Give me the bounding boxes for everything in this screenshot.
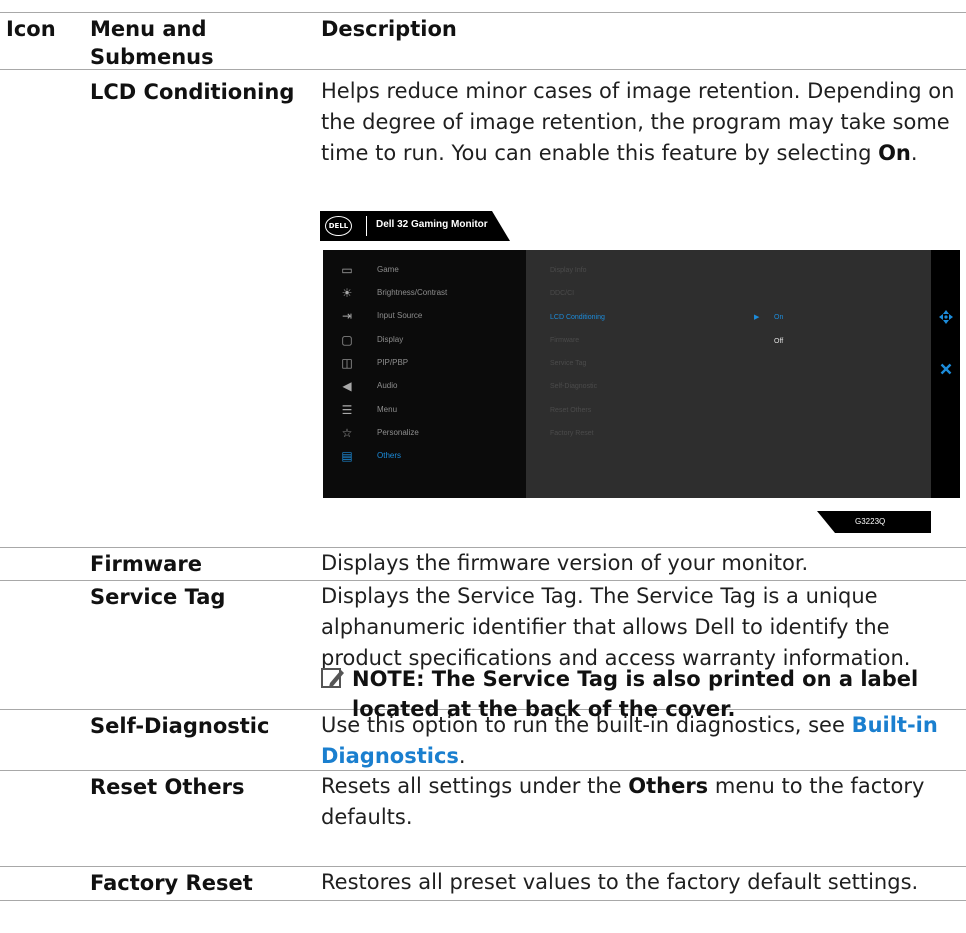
osd-menu-label: Personalize: [377, 428, 419, 437]
menu-reset-others: Reset Others: [90, 775, 245, 799]
self-diag-desc-end: .: [458, 744, 466, 768]
dell-logo: DELL: [325, 216, 352, 236]
menu-self-diagnostic: Self-Diagnostic: [90, 714, 270, 738]
note-pencil-icon: [321, 668, 344, 688]
game-icon: ▭: [341, 263, 353, 277]
header-menu: Menu and Submenus: [90, 17, 214, 69]
osd-menu-label: PIP/PBP: [377, 358, 409, 367]
lcd-desc-text: Helps reduce minor cases of image retent…: [321, 79, 955, 165]
self-diag-desc-text: Use this option to run the built-in diag…: [321, 713, 852, 737]
osd-menu-label: Audio: [377, 381, 398, 390]
menu-icon: ☰: [341, 403, 353, 417]
osd-submenu-factory-reset[interactable]: Factory Reset: [550, 430, 594, 437]
osd-submenu-lcd-conditioning[interactable]: LCD Conditioning: [550, 314, 605, 321]
osd-nav-column: [931, 250, 960, 498]
osd-menu-item-personalize[interactable]: ☆ Personalize: [323, 422, 526, 445]
osd-menu-item-audio[interactable]: ◀ Audio: [323, 375, 526, 398]
self-diagnostic-description: Use this option to run the built-in diag…: [321, 710, 966, 772]
osd-menu-label: Display: [377, 335, 404, 344]
osd-submenu-ddc-ci[interactable]: DDC/CI: [550, 290, 574, 297]
model-tag: G3223Q: [817, 511, 931, 533]
header-description: Description: [321, 17, 457, 41]
osd-menu-label: Brightness/Contrast: [377, 288, 448, 297]
selected-pointer-icon: ▶: [754, 314, 760, 321]
osd-menu-item-display[interactable]: ▢ Display: [323, 329, 526, 352]
table-top-rule: [0, 12, 966, 13]
osd-submenu-firmware[interactable]: Firmware: [550, 337, 579, 344]
osd-menu-item-brightness-contrast[interactable]: ☀ Brightness/Contrast: [323, 282, 526, 305]
osd-submenu: Display Info DDC/CI LCD Conditioning Fir…: [526, 250, 931, 498]
reset-others-desc-bold: Others: [628, 774, 709, 798]
menu-lcd-conditioning: LCD Conditioning: [90, 80, 295, 104]
osd-menu-item-pip-pbp[interactable]: ◫ PIP/PBP: [323, 352, 526, 375]
osd-submenu-display-info[interactable]: Display Info: [550, 267, 587, 274]
lcd-desc-bold: On: [878, 141, 911, 165]
reset-others-desc-text: Resets all settings under the: [321, 774, 629, 798]
model-name: G3223Q: [855, 517, 886, 526]
menu-service-tag: Service Tag: [90, 585, 226, 609]
menu-factory-reset: Factory Reset: [90, 871, 253, 895]
menu-firmware: Firmware: [90, 552, 202, 576]
osd-menu-item-menu[interactable]: ☰ Menu: [323, 399, 526, 422]
osd-menu-item-others[interactable]: ▤ Others: [323, 445, 526, 468]
close-icon[interactable]: [940, 363, 952, 375]
firmware-description: Displays the firmware version of your mo…: [321, 551, 809, 575]
display-icon: ▢: [341, 333, 353, 347]
star-icon: ☆: [341, 426, 353, 440]
osd-menu-item-input-source[interactable]: ⇥ Input Source: [323, 305, 526, 328]
reset-others-description: Resets all settings under the Others men…: [321, 771, 966, 833]
lcd-desc-end: .: [910, 141, 918, 165]
osd-header-separator: [366, 216, 367, 236]
others-icon: ▤: [341, 449, 353, 463]
osd-menu-label: Game: [377, 265, 399, 274]
osd-title: Dell 32 Gaming Monitor: [376, 219, 488, 230]
header-icon: Icon: [6, 17, 56, 41]
factory-reset-description: Restores all preset values to the factor…: [321, 870, 919, 894]
osd-submenu-self-diagnostic[interactable]: Self-Diagnostic: [550, 383, 597, 390]
osd-option-on[interactable]: On: [774, 314, 783, 321]
osd-main-menu: ▭ Game ☀ Brightness/Contrast ⇥ Input Source…: [323, 250, 526, 498]
osd-option-off[interactable]: Off: [774, 338, 783, 345]
osd-header-bar: DELL Dell 32 Gaming Monitor: [320, 211, 510, 241]
osd-submenu-service-tag[interactable]: Service Tag: [550, 360, 586, 367]
brightness-icon: ☀: [341, 286, 353, 300]
navigate-icon[interactable]: [938, 309, 954, 325]
osd-menu-item-game[interactable]: ▭ Game: [323, 259, 526, 282]
input-source-icon: ⇥: [341, 309, 353, 323]
osd-menu-label: Input Source: [377, 311, 423, 320]
osd-menu-label: Menu: [377, 405, 398, 414]
audio-icon: ◀: [342, 379, 352, 393]
service-tag-description: Displays the Service Tag. The Service Ta…: [321, 584, 911, 670]
osd-menu-label: Others: [377, 451, 402, 460]
table-bottom-rule: [0, 900, 966, 901]
osd-submenu-reset-others[interactable]: Reset Others: [550, 407, 591, 414]
lcd-conditioning-description: Helps reduce minor cases of image retent…: [321, 76, 956, 169]
pip-pbp-icon: ◫: [341, 356, 353, 370]
osd-menu-panel: ▭ Game ☀ Brightness/Contrast ⇥ Input Source…: [323, 250, 960, 498]
